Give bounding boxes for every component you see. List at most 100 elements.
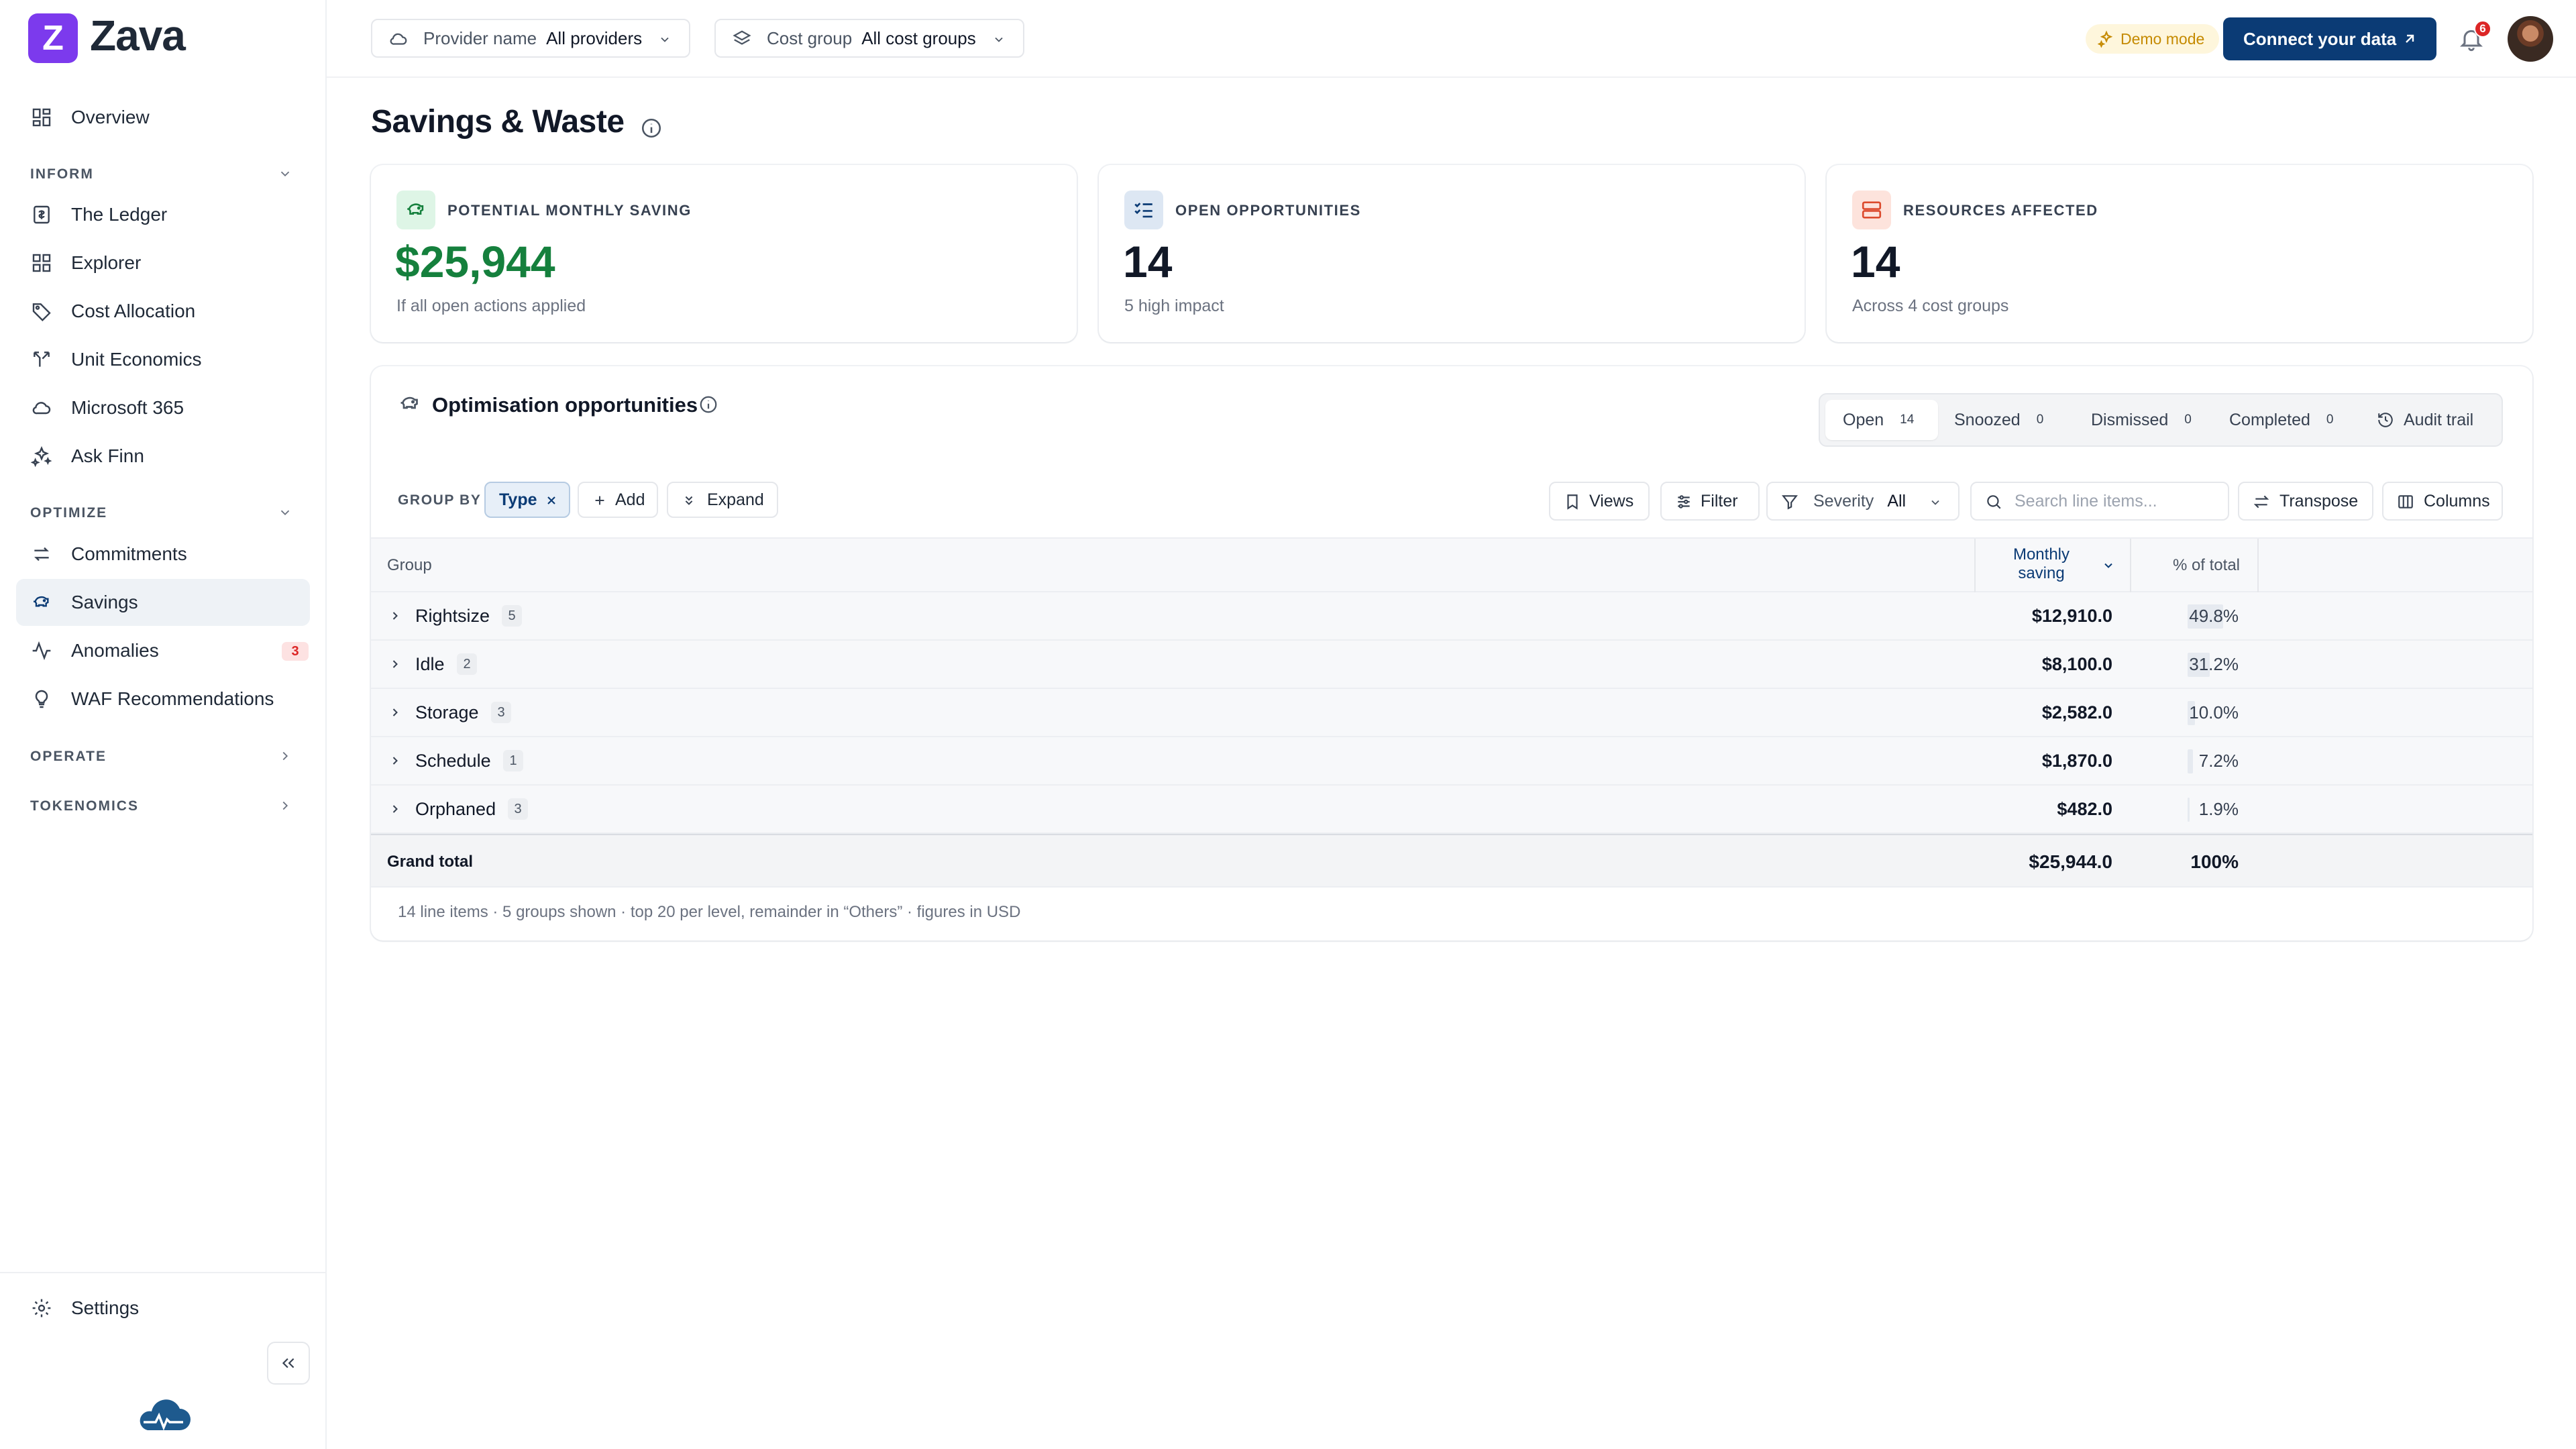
column-header-group[interactable]: Group	[387, 556, 432, 575]
kpi-icon-box	[1852, 191, 1891, 229]
table-row[interactable]: Schedule 1 $1,870.0 7.2%	[371, 737, 2532, 786]
sidebar-item-cost-allocation[interactable]: Cost Allocation	[16, 288, 310, 335]
section-inform[interactable]: INFORM	[30, 166, 94, 182]
sidebar-item-label: Ask Finn	[71, 445, 144, 466]
status-tabs: Open 14 Snoozed 0 Dismissed 0 Completed …	[1819, 393, 2503, 447]
chevron-right-icon[interactable]	[278, 749, 292, 763]
kpi-potential-monthly-saving: POTENTIAL MONTHLY SAVING $25,944 If all …	[371, 165, 1077, 342]
filter-label: Filter	[1701, 491, 1738, 511]
list-checks-icon	[1134, 203, 1152, 218]
sidebar-item-label: Explorer	[71, 252, 142, 273]
sidebar-item-anomalies[interactable]: Anomalies 3	[16, 627, 310, 674]
table-row[interactable]: Storage 3 $2,582.0 10.0%	[371, 689, 2532, 737]
tab-open[interactable]: Open 14	[1825, 400, 1938, 440]
sparkle-icon	[2098, 30, 2113, 48]
info-icon[interactable]	[640, 117, 663, 140]
transpose-label: Transpose	[2279, 491, 2359, 511]
sidebar-item-label: Overview	[71, 107, 150, 127]
chevron-right-icon[interactable]	[388, 802, 402, 816]
chevron-right-icon[interactable]	[388, 609, 402, 623]
section-tokenomics[interactable]: TOKENOMICS	[30, 798, 139, 814]
views-button[interactable]: Views	[1549, 482, 1650, 521]
tab-label: Snoozed	[1954, 410, 2021, 429]
chevron-right-icon[interactable]	[388, 754, 402, 767]
table-row[interactable]: Idle 2 $8,100.0 31.2%	[371, 641, 2532, 689]
tab-snoozed[interactable]: Snoozed 0	[1954, 400, 2043, 440]
section-operate[interactable]: OPERATE	[30, 749, 107, 765]
logo-mark: Z	[28, 13, 78, 63]
grid-icon	[32, 254, 51, 272]
chevron-right-icon[interactable]	[278, 798, 292, 813]
collapse-sidebar-button[interactable]	[267, 1342, 310, 1385]
expand-label: Expand	[707, 490, 764, 509]
chevron-right-icon[interactable]	[388, 657, 402, 671]
audit-trail-button[interactable]: Audit trail	[2377, 400, 2473, 440]
sidebar-item-ask-finn[interactable]: Ask Finn	[16, 433, 310, 480]
info-icon[interactable]	[698, 394, 718, 415]
sidebar-item-overview[interactable]: Overview	[16, 94, 310, 141]
group-name: Schedule	[415, 751, 491, 771]
columns-button[interactable]: Columns	[2382, 482, 2503, 521]
views-label: Views	[1589, 491, 1634, 511]
sidebar: Z Zava Overview INFORM The Ledger Explor…	[0, 0, 327, 1449]
columns-label: Columns	[2424, 491, 2490, 511]
cost-group-filter[interactable]: Cost group All cost groups	[714, 19, 1024, 58]
section-optimize[interactable]: OPTIMIZE	[30, 505, 107, 521]
severity-value: All	[1887, 491, 1907, 511]
chevron-down-icon[interactable]	[278, 166, 292, 181]
tab-dismissed[interactable]: Dismissed 0	[2091, 400, 2192, 440]
split-icon	[34, 352, 50, 367]
column-header-monthly-saving[interactable]: Monthly saving	[1974, 539, 2131, 592]
sidebar-item-label: Settings	[71, 1297, 140, 1318]
header-line: saving	[2018, 564, 2065, 582]
search-input[interactable]: Search line items...	[1970, 482, 2229, 521]
expand-button[interactable]: Expand	[667, 482, 778, 518]
provider-filter[interactable]: Provider name All providers	[371, 19, 691, 58]
tab-completed[interactable]: Completed 0	[2229, 400, 2333, 440]
kpi-subtext: If all open actions applied	[396, 297, 586, 315]
kpi-value: 14	[1123, 237, 1173, 286]
sidebar-item-microsoft-365[interactable]: Microsoft 365	[16, 384, 310, 431]
sidebar-item-explorer[interactable]: Explorer	[16, 239, 310, 286]
kpi-value: $25,944	[395, 237, 555, 286]
sidebar-item-unit-economics[interactable]: Unit Economics	[16, 336, 310, 383]
notification-count-badge: 6	[2474, 20, 2491, 38]
sidebar-item-savings[interactable]: Savings	[16, 579, 310, 626]
transpose-button[interactable]: Transpose	[2238, 482, 2373, 521]
tab-count: 14	[1900, 413, 1915, 427]
sidebar-item-the-ledger[interactable]: The Ledger	[16, 191, 310, 238]
sidebar-item-commitments[interactable]: Commitments	[16, 531, 310, 578]
kpi-icon-box	[1124, 191, 1163, 229]
chevron-down-icon[interactable]	[278, 505, 292, 520]
pct-bar	[2188, 798, 2190, 822]
kpi-subtext: Across 4 cost groups	[1852, 297, 2009, 315]
column-header-pct-of-total[interactable]: % of total	[2131, 539, 2259, 592]
close-icon[interactable]	[545, 494, 558, 507]
pct-of-total-cell: 1.9%	[2198, 799, 2239, 819]
group-by-type-chip[interactable]: Type	[484, 482, 570, 518]
table-row[interactable]: Rightsize 5 $12,910.0 49.8%	[371, 592, 2532, 641]
pct-of-total-cell: 31.2%	[2189, 654, 2239, 674]
kpi-label: POTENTIAL MONTHLY SAVING	[447, 202, 692, 219]
sparkles-icon	[31, 445, 52, 467]
cloud-icon	[32, 402, 51, 415]
avatar[interactable]	[2508, 16, 2553, 62]
header-line: Monthly	[2012, 545, 2070, 564]
monthly-saving-cell: $8,100.0	[2041, 654, 2112, 674]
monthly-saving-cell: $1,870.0	[2041, 751, 2112, 771]
sidebar-item-waf-recommendations[interactable]: WAF Recommendations	[16, 676, 310, 722]
arrows-swap-icon	[2253, 495, 2269, 508]
add-group-button[interactable]: Add	[578, 482, 658, 518]
kpi-open-opportunities: OPEN OPPORTUNITIES 14 5 high impact	[1099, 165, 1805, 342]
filter-button[interactable]: Filter	[1660, 482, 1760, 521]
chevron-right-icon[interactable]	[388, 706, 402, 719]
sidebar-item-settings[interactable]: Settings	[16, 1285, 310, 1332]
group-name: Idle	[415, 654, 445, 674]
kpi-value: 14	[1851, 237, 1900, 286]
group-count-badge: 5	[502, 605, 522, 627]
activity-icon	[32, 641, 51, 661]
kpi-label: RESOURCES AFFECTED	[1903, 202, 2098, 219]
table-row[interactable]: Orphaned 3 $482.0 1.9%	[371, 786, 2532, 834]
connect-data-button[interactable]: Connect your data	[2223, 17, 2436, 60]
severity-select[interactable]: Severity All	[1766, 482, 1960, 521]
